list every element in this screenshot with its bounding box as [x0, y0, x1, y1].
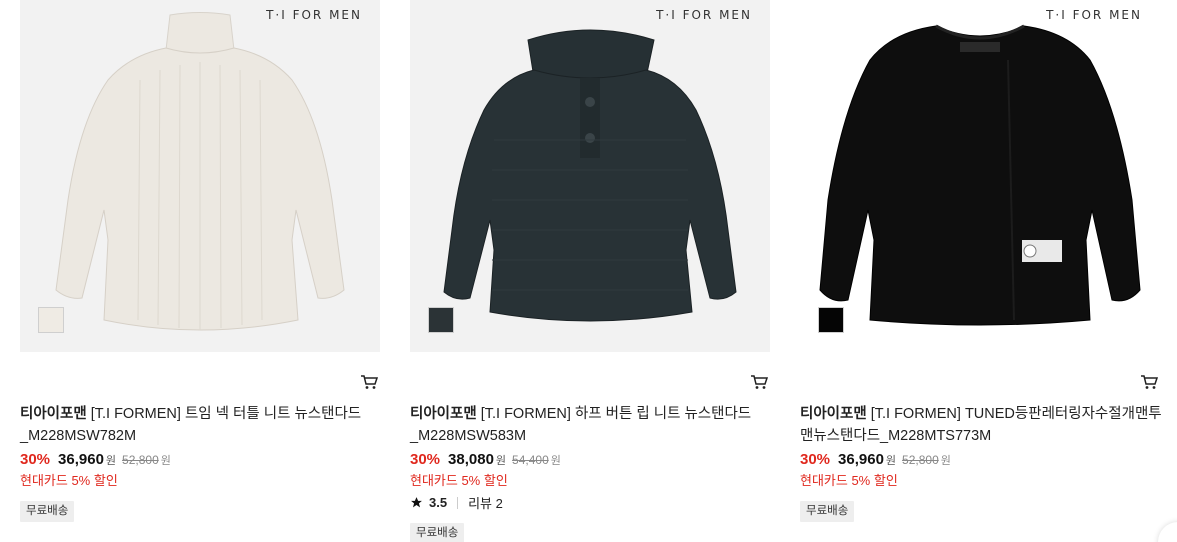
discount-rate: 30%: [800, 451, 831, 468]
color-swatch[interactable]: [818, 307, 844, 333]
color-swatch[interactable]: [38, 307, 64, 333]
product-brand: 티아이포맨: [410, 406, 477, 422]
product-title[interactable]: 티아이포맨 [T.I FORMEN] 하프 버튼 립 니트 뉴스탠다드_M228M…: [410, 403, 772, 447]
price-row: 30% 36,960 원 52,800 원: [800, 451, 951, 468]
rating-summary[interactable]: 3.5 리뷰 2: [410, 493, 503, 512]
sweatshirt-image: [819, 24, 1141, 326]
turtleneck-sweater-image: [55, 12, 345, 331]
product-card[interactable]: T·I FOR MEN 티아이포맨 [T.I FORMEN] 하프 버튼 립 니트…: [410, 0, 770, 542]
product-image[interactable]: T·I FOR MEN: [20, 0, 380, 352]
currency: 원: [495, 455, 507, 467]
original-price: 54,400: [512, 453, 549, 467]
half-button-knit-image: [443, 29, 737, 322]
original-price: 52,800: [122, 453, 159, 467]
sale-price: 38,080: [448, 451, 494, 468]
currency: 원: [550, 455, 561, 467]
product-card[interactable]: T·I FOR MEN 티아이포맨 [T.I FORMEN] 트임 넥 터틀 니트…: [20, 0, 380, 522]
free-shipping-badge: 무료배송: [410, 523, 465, 542]
discount-rate: 30%: [410, 451, 441, 468]
review-count: 리뷰 2: [468, 496, 503, 511]
product-card[interactable]: T·I FOR MEN 티아이포맨 [T.I FORMEN] TUNED등판레터링…: [800, 0, 1162, 522]
divider: [457, 496, 459, 509]
original-price: 52,800: [902, 453, 939, 467]
cart-icon[interactable]: [360, 374, 378, 390]
product-image[interactable]: T·I FOR MEN: [800, 0, 1160, 352]
sale-price: 36,960: [58, 451, 104, 468]
brand-watermark: T·I FOR MEN: [656, 8, 752, 22]
brand-watermark: T·I FOR MEN: [266, 8, 362, 22]
product-title[interactable]: 티아이포맨 [T.I FORMEN] TUNED등판레터링자수절개맨투맨뉴스탠다드…: [800, 403, 1162, 447]
product-brand: 티아이포맨: [800, 406, 867, 422]
cart-icon[interactable]: [1140, 374, 1158, 390]
color-swatch[interactable]: [428, 307, 454, 333]
sale-price: 36,960: [838, 451, 884, 468]
product-title[interactable]: 티아이포맨 [T.I FORMEN] 트임 넥 터틀 니트 뉴스탠다드_M228M…: [20, 403, 382, 447]
free-shipping-badge: 무료배송: [800, 501, 855, 522]
currency: 원: [885, 455, 897, 467]
card-promo: 현대카드 5% 할인: [800, 473, 898, 488]
cart-icon[interactable]: [750, 374, 768, 390]
price-row: 30% 36,960 원 52,800 원: [20, 451, 171, 468]
discount-rate: 30%: [20, 451, 51, 468]
rating-score: 3.5: [429, 495, 448, 510]
card-promo: 현대카드 5% 할인: [410, 473, 508, 488]
product-brand: 티아이포맨: [20, 406, 87, 422]
price-row: 30% 38,080 원 54,400 원: [410, 451, 561, 468]
brand-watermark: T·I FOR MEN: [1046, 8, 1142, 22]
free-shipping-badge: 무료배송: [20, 501, 75, 522]
floating-button[interactable]: [1158, 522, 1177, 542]
currency: 원: [160, 455, 171, 467]
star-icon: [411, 497, 422, 508]
product-image[interactable]: T·I FOR MEN: [410, 0, 770, 352]
currency: 원: [105, 455, 117, 467]
currency: 원: [940, 455, 951, 467]
card-promo: 현대카드 5% 할인: [20, 473, 118, 488]
